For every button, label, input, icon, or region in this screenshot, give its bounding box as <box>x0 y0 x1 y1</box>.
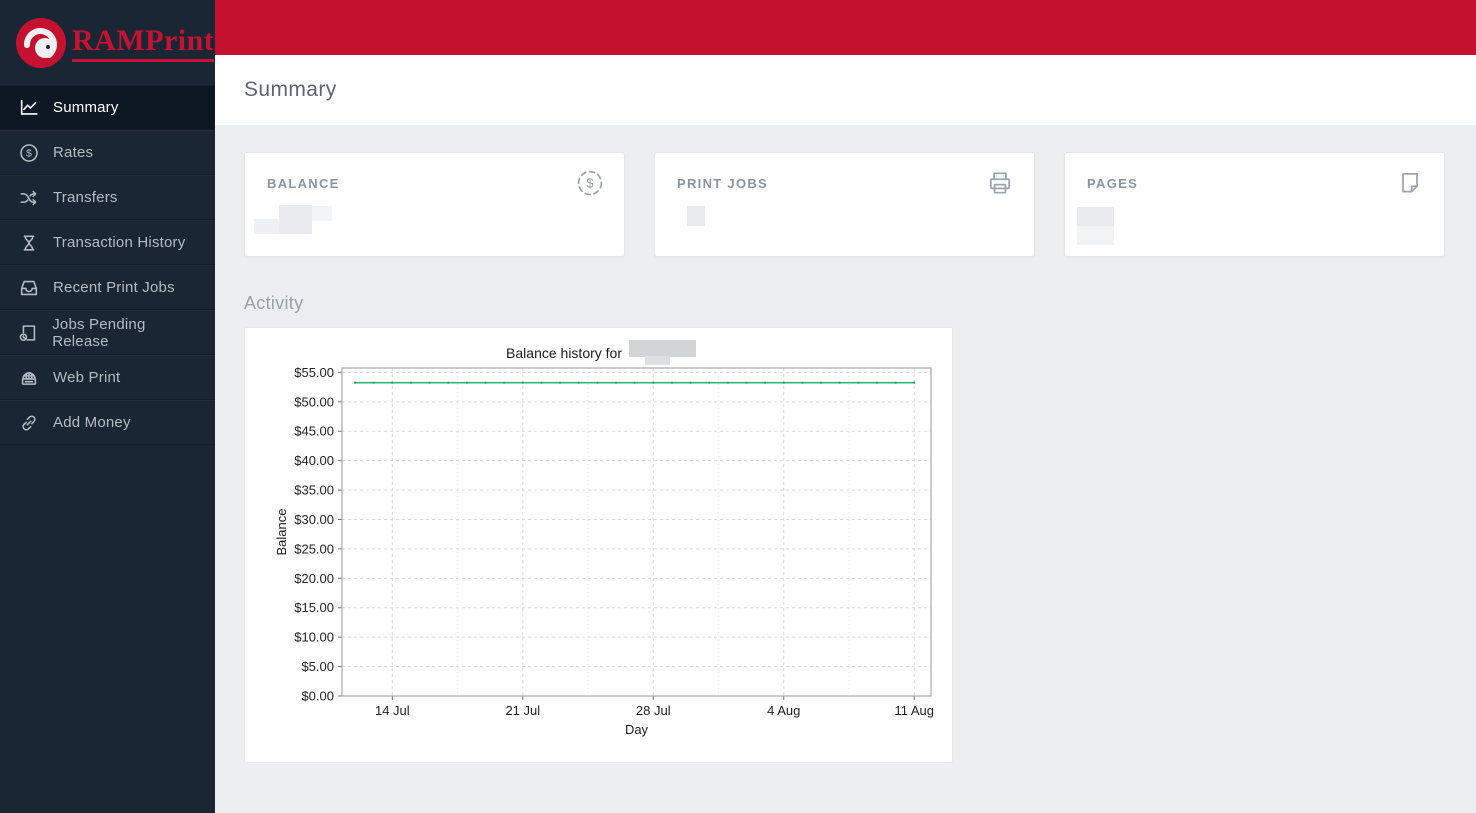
redacted-balance-value <box>254 219 279 234</box>
redacted-pages-value <box>1077 207 1114 226</box>
page-header: Summary <box>215 55 1476 125</box>
svg-text:Day: Day <box>625 722 649 737</box>
sidebar-item-label: Summary <box>53 99 119 116</box>
svg-text:14 Jul: 14 Jul <box>375 703 410 718</box>
svg-text:$: $ <box>586 176 593 191</box>
page-title: Summary <box>244 78 337 101</box>
svg-text:$55.00: $55.00 <box>294 365 334 380</box>
topbar <box>215 0 1476 55</box>
sidebar-item-label: Rates <box>53 144 94 161</box>
sidebar-item-transfers[interactable]: Transfers <box>0 175 215 220</box>
dollar-circle-icon: $ <box>17 141 40 164</box>
svg-text:11 Aug: 11 Aug <box>894 703 934 718</box>
shuffle-icon <box>17 186 40 209</box>
svg-text:$40.00: $40.00 <box>294 453 334 468</box>
pages-card: PAGES <box>1064 152 1445 257</box>
print-jobs-card: PRINT JOBS <box>654 152 1035 257</box>
brand-name: RAMPrint <box>72 24 215 62</box>
hourglass-icon <box>17 231 40 254</box>
sidebar: RAMPrint Summary $ Rates Transfers Trans… <box>0 0 215 813</box>
ram-logo-icon <box>16 17 66 68</box>
svg-text:$: $ <box>25 147 31 159</box>
print-jobs-card-label: PRINT JOBS <box>677 176 769 191</box>
sidebar-item-summary[interactable]: Summary <box>0 85 215 130</box>
app-root: RAMPrint Summary $ Rates Transfers Trans… <box>0 0 1476 813</box>
stat-cards-row: BALANCE $ PRINT JOBS PAGES <box>244 152 1445 257</box>
printer-icon <box>986 169 1014 197</box>
svg-text:$0.00: $0.00 <box>301 689 334 704</box>
svg-text:21 Jul: 21 Jul <box>505 703 540 718</box>
sidebar-item-recent-print-jobs[interactable]: Recent Print Jobs <box>0 265 215 310</box>
sidebar-item-label: Jobs Pending Release <box>52 315 146 350</box>
svg-text:Balance: Balance <box>274 509 289 556</box>
svg-text:$15.00: $15.00 <box>294 600 334 615</box>
line-chart-icon <box>17 96 40 119</box>
content: BALANCE $ PRINT JOBS PAGES Activity 14 J… <box>215 125 1476 813</box>
redacted-print-jobs-value <box>687 206 705 226</box>
sidebar-item-label: Transfers <box>53 189 118 206</box>
balance-card-label: BALANCE <box>267 176 340 191</box>
sidebar-nav: Summary $ Rates Transfers Transaction Hi… <box>0 85 215 445</box>
sidebar-item-label: Add Money <box>53 414 131 431</box>
activity-chart-card: 14 Jul 21 Jul 28 Jul 4 Aug 11 Aug $0.00 $5.00 $… <box>244 327 953 763</box>
document-clock-icon <box>17 321 39 344</box>
redacted-pages-value <box>1077 226 1114 245</box>
sidebar-item-add-money[interactable]: Add Money <box>0 400 215 445</box>
sidebar-item-transaction-history[interactable]: Transaction History <box>0 220 215 265</box>
svg-text:$45.00: $45.00 <box>294 424 334 439</box>
svg-text:$5.00: $5.00 <box>301 659 334 674</box>
svg-text:$10.00: $10.00 <box>294 630 334 645</box>
main-area: Summary BALANCE $ PRINT JOBS PAGES Activ… <box>215 0 1476 813</box>
sidebar-item-web-print[interactable]: Web Print <box>0 355 215 400</box>
inbox-tray-icon <box>17 276 40 299</box>
link-icon <box>17 411 40 434</box>
sidebar-item-label: Transaction History <box>53 234 186 251</box>
activity-section-label: Activity <box>244 293 304 313</box>
brand-logo[interactable]: RAMPrint <box>0 0 215 85</box>
svg-text:28 Jul: 28 Jul <box>636 703 671 718</box>
dollar-circle-dashed-icon: $ <box>576 169 604 197</box>
globe-printer-icon <box>17 366 40 389</box>
svg-text:$20.00: $20.00 <box>294 571 334 586</box>
redacted-balance-value <box>279 205 312 234</box>
page-icon <box>1396 169 1424 197</box>
sidebar-item-rates[interactable]: $ Rates <box>0 130 215 175</box>
svg-text:$50.00: $50.00 <box>294 394 334 409</box>
balance-history-chart: 14 Jul 21 Jul 28 Jul 4 Aug 11 Aug $0.00 $5.00 $… <box>245 328 952 767</box>
redacted-balance-value <box>312 206 332 221</box>
svg-text:Balance history for: Balance history for <box>506 345 622 361</box>
sidebar-item-jobs-pending-release[interactable]: Jobs Pending Release <box>0 310 215 355</box>
svg-text:$35.00: $35.00 <box>294 483 334 498</box>
svg-text:$25.00: $25.00 <box>294 541 334 556</box>
pages-card-label: PAGES <box>1087 176 1139 191</box>
sidebar-item-label: Web Print <box>53 369 121 386</box>
svg-text:4 Aug: 4 Aug <box>767 703 800 718</box>
sidebar-item-label: Recent Print Jobs <box>53 279 175 296</box>
svg-text:$30.00: $30.00 <box>294 512 334 527</box>
balance-card: BALANCE $ <box>244 152 625 257</box>
